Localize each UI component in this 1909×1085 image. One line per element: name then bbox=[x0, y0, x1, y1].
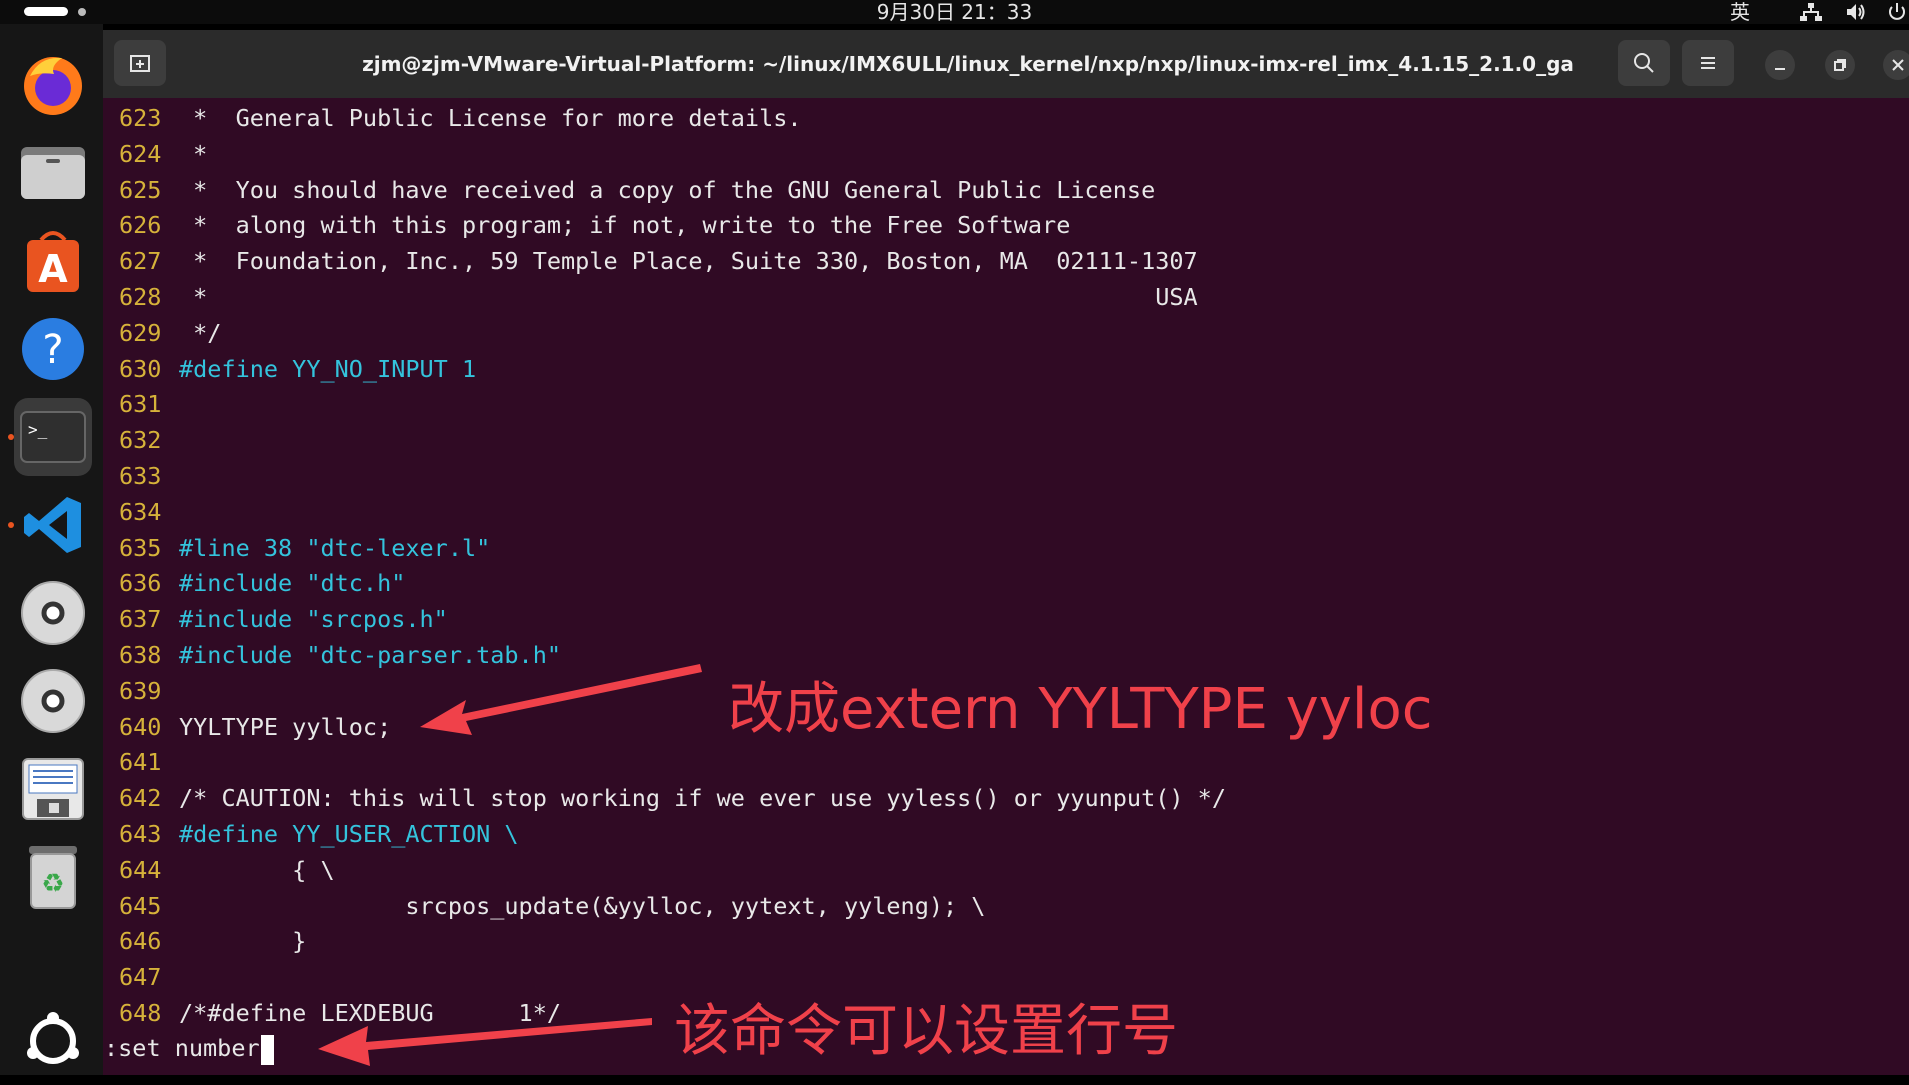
arrow-to-line-640 bbox=[420, 664, 702, 735]
annotation-set-number-tip: 该命令可以设置行号 bbox=[674, 999, 1178, 1064]
bottom-edge bbox=[0, 1075, 1909, 1085]
annotation-change-to-extern: 改成extern YYLTYPE yyloc bbox=[728, 677, 1433, 742]
arrow-to-command-line bbox=[318, 1018, 652, 1066]
annotation-arrows bbox=[318, 664, 702, 1066]
